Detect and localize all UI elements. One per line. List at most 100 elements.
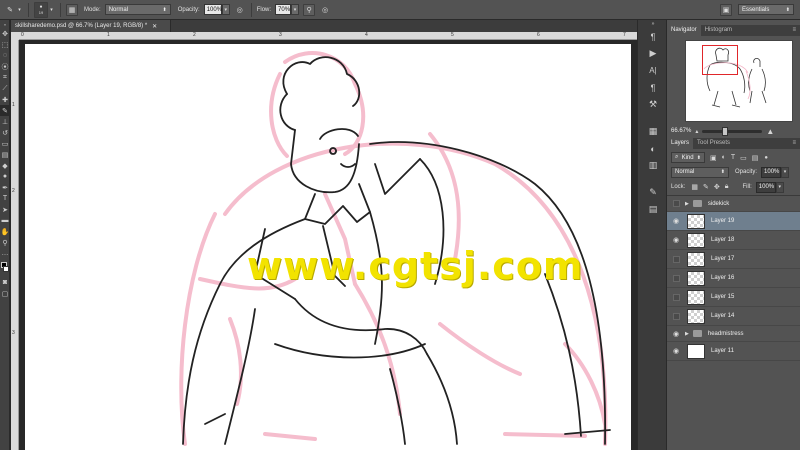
visibility-toggle[interactable] — [671, 194, 681, 213]
eyedropper-tool-icon[interactable]: ⟋ — [0, 83, 10, 94]
layer-row-layer-18[interactable]: ◉ Layer 18 — [667, 231, 800, 250]
layer-comps-icon[interactable]: ▤ — [638, 201, 668, 218]
blend-mode-dropdown[interactable]: Normal ⬍ — [671, 166, 729, 178]
type-tool-icon[interactable]: T — [0, 193, 10, 204]
layer-row-sidekick[interactable]: ▶ sidekick — [667, 196, 800, 212]
more-tools-icon[interactable]: … — [0, 248, 10, 259]
hand-tool-icon[interactable]: ✋ — [0, 226, 10, 237]
brush-size-picker[interactable]: ● 19 ▾ — [34, 0, 55, 20]
collapse-arrows-icon[interactable]: » — [638, 20, 668, 28]
zoom-in-icon[interactable]: ▲ — [766, 127, 774, 136]
panel-menu-icon[interactable]: ≡ — [788, 138, 800, 149]
quick-mask-icon[interactable]: ◙ — [0, 277, 10, 288]
group-expand-arrow-icon[interactable]: ▶ — [685, 201, 689, 207]
opacity-field[interactable]: 100% — [203, 4, 222, 15]
opacity-slider-toggle[interactable]: ▾ — [221, 4, 230, 15]
character-panel-icon[interactable]: A| — [638, 62, 668, 79]
tab-layers[interactable]: Layers — [667, 138, 694, 149]
swatches-panel-icon[interactable]: ▦ — [638, 123, 668, 140]
workspace-icon[interactable]: ▣ — [720, 3, 732, 16]
zoom-slider-knob[interactable] — [722, 126, 729, 136]
filter-adjustment-icon[interactable]: ◐ — [722, 154, 726, 161]
layer-opacity-slider-toggle[interactable]: ▾ — [781, 166, 790, 178]
layer-row-layer-16[interactable]: Layer 16 — [667, 269, 800, 288]
layer-row-layer-19[interactable]: ◉ Layer 19 — [667, 212, 800, 231]
layer-row-layer-17[interactable]: Layer 17 — [667, 250, 800, 269]
eye-icon[interactable]: ◉ — [671, 212, 681, 231]
actions-play-icon[interactable]: ▶ — [638, 45, 668, 62]
flow-field[interactable]: 70% — [275, 4, 292, 15]
zoom-tool-icon[interactable]: ⚲ — [0, 237, 10, 248]
move-tool-icon[interactable]: ✥ — [0, 28, 10, 39]
layer-row-layer-14[interactable]: Layer 14 — [667, 307, 800, 326]
tab-navigator[interactable]: Navigator — [667, 25, 701, 36]
workspace-dropdown[interactable]: Essentials ⬍ — [738, 4, 794, 15]
fill-field[interactable]: 100% — [755, 181, 776, 193]
filter-smart-object-icon[interactable]: ▤ — [752, 154, 759, 162]
navigator-zoom-value[interactable]: 66.67% — [671, 128, 691, 134]
airbrush-icon[interactable]: ⚲ — [303, 3, 316, 16]
marquee-tool-icon[interactable]: ⬚ — [0, 39, 10, 50]
shape-tool-icon[interactable]: ▬ — [0, 215, 10, 226]
paragraph-styles-icon[interactable]: ¶ — [638, 79, 668, 96]
eye-icon[interactable]: ◉ — [671, 324, 681, 343]
tool-preset-dropdown-icon[interactable]: ▾ — [16, 4, 23, 16]
background-color-swatch[interactable] — [3, 266, 9, 272]
path-select-tool-icon[interactable]: ➤ — [0, 204, 10, 215]
collapse-arrows-icon[interactable]: » — [0, 20, 10, 28]
lock-image-icon[interactable]: ✎ — [703, 183, 709, 191]
pen-tool-icon[interactable]: ✒ — [0, 182, 10, 193]
horizontal-ruler[interactable]: 0 1 2 3 4 5 6 7 — [19, 32, 637, 40]
vertical-ruler[interactable]: 1 2 3 — [11, 40, 19, 450]
tool-presets-icon[interactable]: ⚒ — [638, 96, 668, 113]
history-brush-tool-icon[interactable]: ↺ — [0, 127, 10, 138]
eraser-tool-icon[interactable]: ▭ — [0, 138, 10, 149]
brush-tool-icon[interactable]: ✎ — [4, 4, 16, 16]
ruler-origin[interactable] — [11, 32, 19, 40]
document-canvas[interactable]: www.cgtsj.com — [25, 44, 631, 450]
filter-toggle-icon[interactable]: ● — [764, 155, 768, 161]
lasso-tool-icon[interactable]: ◌ — [0, 50, 10, 61]
layer-row-headmistress[interactable]: ◉ ▶ headmistress — [667, 326, 800, 342]
navigator-view-box[interactable] — [702, 45, 738, 75]
navigator-preview[interactable] — [685, 40, 793, 122]
layer-filter-kind-dropdown[interactable]: ⌕ Kind ⬍ — [671, 152, 705, 163]
chevron-down-icon[interactable]: ▾ — [48, 4, 55, 16]
crop-tool-icon[interactable]: ⌗ — [0, 72, 10, 83]
dodge-tool-icon[interactable]: ● — [0, 171, 10, 182]
fill-slider-toggle[interactable]: ▾ — [775, 181, 784, 193]
lock-transparency-icon[interactable]: ▦ — [691, 183, 698, 191]
document-tab[interactable]: skillsharedemo.psd @ 66.7% (Layer 19, RG… — [11, 20, 171, 32]
styles-panel-icon[interactable]: ▥ — [638, 157, 668, 174]
quick-select-tool-icon[interactable]: ⦿ — [0, 61, 10, 72]
close-icon[interactable]: ✕ — [152, 23, 157, 30]
tab-histogram[interactable]: Histogram — [701, 25, 736, 36]
filter-type-icon[interactable]: T — [731, 154, 735, 161]
visibility-toggle[interactable] — [671, 269, 681, 288]
layer-row-layer-11[interactable]: ◉ Layer 11 — [667, 342, 800, 361]
visibility-toggle[interactable] — [671, 307, 681, 326]
brush-panel-toggle-icon[interactable]: ▦ — [66, 3, 78, 16]
visibility-toggle[interactable] — [671, 250, 681, 269]
group-expand-arrow-icon[interactable]: ▶ — [685, 331, 689, 337]
clone-stamp-tool-icon[interactable]: ⊥ — [0, 116, 10, 127]
lock-position-icon[interactable]: ✥ — [714, 183, 720, 191]
eye-icon[interactable]: ◉ — [671, 342, 681, 361]
paragraph-panel-icon[interactable]: ¶ — [638, 28, 668, 45]
navigator-zoom-slider[interactable] — [702, 126, 763, 136]
brush-tool-icon[interactable]: ✎ — [0, 105, 10, 116]
visibility-toggle[interactable] — [671, 288, 681, 307]
screen-mode-icon[interactable]: ▢ — [0, 288, 10, 299]
eye-icon[interactable]: ◉ — [671, 231, 681, 250]
filter-pixel-icon[interactable]: ▣ — [710, 154, 717, 162]
adjustments-panel-icon[interactable]: ◐ — [638, 140, 668, 157]
layer-row-layer-15[interactable]: Layer 15 — [667, 288, 800, 307]
pressure-opacity-icon[interactable]: ◎ — [234, 4, 246, 16]
gradient-tool-icon[interactable]: ▤ — [0, 149, 10, 160]
layer-opacity-field[interactable]: 100% — [761, 166, 782, 178]
tab-tool-presets[interactable]: Tool Presets — [693, 138, 734, 149]
foreground-background-colors[interactable] — [0, 261, 10, 277]
zoom-out-icon[interactable]: ▴ — [695, 128, 698, 135]
flow-slider-toggle[interactable]: ▾ — [291, 4, 300, 15]
mode-dropdown[interactable]: Normal ⬍ — [104, 4, 171, 15]
